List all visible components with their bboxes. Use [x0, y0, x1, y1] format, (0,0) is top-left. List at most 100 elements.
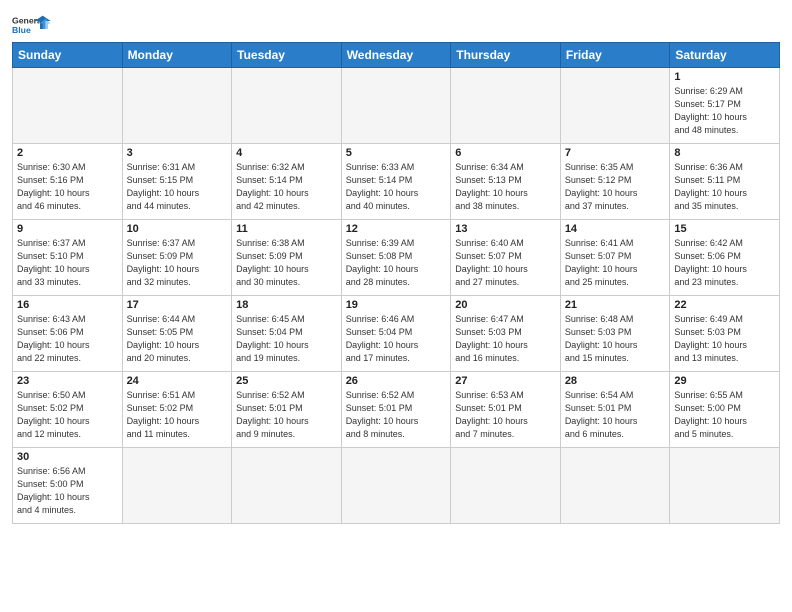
- day-number: 24: [127, 375, 228, 387]
- calendar-cell: [122, 448, 232, 524]
- calendar-cell: 25Sunrise: 6:52 AM Sunset: 5:01 PM Dayli…: [232, 372, 342, 448]
- day-info: Sunrise: 6:37 AM Sunset: 5:09 PM Dayligh…: [127, 237, 228, 289]
- calendar-cell: [451, 448, 561, 524]
- calendar-cell: [13, 68, 123, 144]
- day-info: Sunrise: 6:49 AM Sunset: 5:03 PM Dayligh…: [674, 313, 775, 365]
- calendar-cell: 11Sunrise: 6:38 AM Sunset: 5:09 PM Dayli…: [232, 220, 342, 296]
- calendar-cell: 5Sunrise: 6:33 AM Sunset: 5:14 PM Daylig…: [341, 144, 451, 220]
- calendar-cell: [232, 68, 342, 144]
- weekday-header-tuesday: Tuesday: [232, 43, 342, 68]
- day-info: Sunrise: 6:48 AM Sunset: 5:03 PM Dayligh…: [565, 313, 666, 365]
- calendar-cell: 2 Sunrise: 6:30 AM Sunset: 5:16 PM Daylig…: [13, 144, 123, 220]
- weekday-header-saturday: Saturday: [670, 43, 780, 68]
- calendar-cell: 16Sunrise: 6:43 AM Sunset: 5:06 PM Dayli…: [13, 296, 123, 372]
- day-info: Sunrise: 6:56 AM Sunset: 5:00 PM Dayligh…: [17, 465, 118, 517]
- calendar: SundayMondayTuesdayWednesdayThursdayFrid…: [12, 42, 780, 524]
- day-number: 3: [127, 147, 228, 159]
- weekday-header-thursday: Thursday: [451, 43, 561, 68]
- day-info: Sunrise: 6:41 AM Sunset: 5:07 PM Dayligh…: [565, 237, 666, 289]
- calendar-cell: 22 Sunrise: 6:49 AM Sunset: 5:03 PM Dayli…: [670, 296, 780, 372]
- calendar-cell: [341, 448, 451, 524]
- day-number: 30: [17, 451, 118, 463]
- day-info: Sunrise: 6:52 AM Sunset: 5:01 PM Dayligh…: [346, 389, 447, 441]
- day-number: 21: [565, 299, 666, 311]
- day-info: Sunrise: 6:50 AM Sunset: 5:02 PM Dayligh…: [17, 389, 118, 441]
- weekday-header-monday: Monday: [122, 43, 232, 68]
- header: General Blue: [12, 10, 780, 36]
- weekday-header-friday: Friday: [560, 43, 670, 68]
- calendar-cell: 15 Sunrise: 6:42 AM Sunset: 5:06 PM Dayli…: [670, 220, 780, 296]
- calendar-cell: 27 Sunrise: 6:53 AM Sunset: 5:01 PM Dayli…: [451, 372, 561, 448]
- day-info: Sunrise: 6:37 AM Sunset: 5:10 PM Dayligh…: [17, 237, 118, 289]
- week-row-3: 16Sunrise: 6:43 AM Sunset: 5:06 PM Dayli…: [13, 296, 780, 372]
- calendar-cell: 29Sunrise: 6:55 AM Sunset: 5:00 PM Dayli…: [670, 372, 780, 448]
- day-info: Sunrise: 6:45 AM Sunset: 5:04 PM Dayligh…: [236, 313, 337, 365]
- calendar-cell: 23 Sunrise: 6:50 AM Sunset: 5:02 PM Dayli…: [13, 372, 123, 448]
- day-number: 19: [346, 299, 447, 311]
- calendar-cell: 26 Sunrise: 6:52 AM Sunset: 5:01 PM Dayli…: [341, 372, 451, 448]
- page: General Blue SundayMondayTuesdayWednesda…: [0, 0, 792, 612]
- day-info: Sunrise: 6:54 AM Sunset: 5:01 PM Dayligh…: [565, 389, 666, 441]
- day-number: 15: [674, 223, 775, 235]
- calendar-cell: 18 Sunrise: 6:45 AM Sunset: 5:04 PM Dayli…: [232, 296, 342, 372]
- calendar-cell: [122, 68, 232, 144]
- week-row-5: 30 Sunrise: 6:56 AM Sunset: 5:00 PM Dayli…: [13, 448, 780, 524]
- calendar-cell: 14Sunrise: 6:41 AM Sunset: 5:07 PM Dayli…: [560, 220, 670, 296]
- calendar-cell: 3Sunrise: 6:31 AM Sunset: 5:15 PM Daylig…: [122, 144, 232, 220]
- day-number: 17: [127, 299, 228, 311]
- day-info: Sunrise: 6:44 AM Sunset: 5:05 PM Dayligh…: [127, 313, 228, 365]
- day-info: Sunrise: 6:47 AM Sunset: 5:03 PM Dayligh…: [455, 313, 556, 365]
- calendar-cell: [670, 448, 780, 524]
- calendar-cell: 6 Sunrise: 6:34 AM Sunset: 5:13 PM Daylig…: [451, 144, 561, 220]
- day-number: 28: [565, 375, 666, 387]
- day-number: 25: [236, 375, 337, 387]
- calendar-cell: 9 Sunrise: 6:37 AM Sunset: 5:10 PM Daylig…: [13, 220, 123, 296]
- day-number: 26: [346, 375, 447, 387]
- day-number: 12: [346, 223, 447, 235]
- day-info: Sunrise: 6:30 AM Sunset: 5:16 PM Dayligh…: [17, 161, 118, 213]
- day-number: 7: [565, 147, 666, 159]
- day-number: 5: [346, 147, 447, 159]
- logo-icon: General Blue: [12, 14, 52, 36]
- day-number: 9: [17, 223, 118, 235]
- weekday-header-row: SundayMondayTuesdayWednesdayThursdayFrid…: [13, 43, 780, 68]
- calendar-cell: 30 Sunrise: 6:56 AM Sunset: 5:00 PM Dayli…: [13, 448, 123, 524]
- day-number: 1: [674, 71, 775, 83]
- day-number: 8: [674, 147, 775, 159]
- day-number: 23: [17, 375, 118, 387]
- day-info: Sunrise: 6:51 AM Sunset: 5:02 PM Dayligh…: [127, 389, 228, 441]
- day-number: 6: [455, 147, 556, 159]
- calendar-cell: 24 Sunrise: 6:51 AM Sunset: 5:02 PM Dayli…: [122, 372, 232, 448]
- svg-text:Blue: Blue: [12, 25, 31, 35]
- calendar-cell: 21 Sunrise: 6:48 AM Sunset: 5:03 PM Dayli…: [560, 296, 670, 372]
- day-number: 22: [674, 299, 775, 311]
- calendar-cell: [560, 448, 670, 524]
- week-row-4: 23 Sunrise: 6:50 AM Sunset: 5:02 PM Dayli…: [13, 372, 780, 448]
- day-number: 4: [236, 147, 337, 159]
- day-info: Sunrise: 6:53 AM Sunset: 5:01 PM Dayligh…: [455, 389, 556, 441]
- week-row-0: 1 Sunrise: 6:29 AM Sunset: 5:17 PM Daylig…: [13, 68, 780, 144]
- calendar-cell: 17 Sunrise: 6:44 AM Sunset: 5:05 PM Dayli…: [122, 296, 232, 372]
- day-info: Sunrise: 6:55 AM Sunset: 5:00 PM Dayligh…: [674, 389, 775, 441]
- calendar-cell: 28 Sunrise: 6:54 AM Sunset: 5:01 PM Dayli…: [560, 372, 670, 448]
- calendar-cell: 20Sunrise: 6:47 AM Sunset: 5:03 PM Dayli…: [451, 296, 561, 372]
- calendar-cell: 8Sunrise: 6:36 AM Sunset: 5:11 PM Daylig…: [670, 144, 780, 220]
- calendar-cell: 13Sunrise: 6:40 AM Sunset: 5:07 PM Dayli…: [451, 220, 561, 296]
- day-info: Sunrise: 6:43 AM Sunset: 5:06 PM Dayligh…: [17, 313, 118, 365]
- day-info: Sunrise: 6:29 AM Sunset: 5:17 PM Dayligh…: [674, 85, 775, 137]
- logo-area: General Blue: [12, 10, 52, 36]
- weekday-header-sunday: Sunday: [13, 43, 123, 68]
- week-row-2: 9 Sunrise: 6:37 AM Sunset: 5:10 PM Daylig…: [13, 220, 780, 296]
- day-number: 10: [127, 223, 228, 235]
- day-info: Sunrise: 6:34 AM Sunset: 5:13 PM Dayligh…: [455, 161, 556, 213]
- calendar-cell: 4 Sunrise: 6:32 AM Sunset: 5:14 PM Daylig…: [232, 144, 342, 220]
- calendar-cell: [560, 68, 670, 144]
- day-number: 27: [455, 375, 556, 387]
- day-info: Sunrise: 6:42 AM Sunset: 5:06 PM Dayligh…: [674, 237, 775, 289]
- day-number: 18: [236, 299, 337, 311]
- day-info: Sunrise: 6:46 AM Sunset: 5:04 PM Dayligh…: [346, 313, 447, 365]
- day-number: 2: [17, 147, 118, 159]
- calendar-cell: 12Sunrise: 6:39 AM Sunset: 5:08 PM Dayli…: [341, 220, 451, 296]
- calendar-cell: 10 Sunrise: 6:37 AM Sunset: 5:09 PM Dayli…: [122, 220, 232, 296]
- day-info: Sunrise: 6:32 AM Sunset: 5:14 PM Dayligh…: [236, 161, 337, 213]
